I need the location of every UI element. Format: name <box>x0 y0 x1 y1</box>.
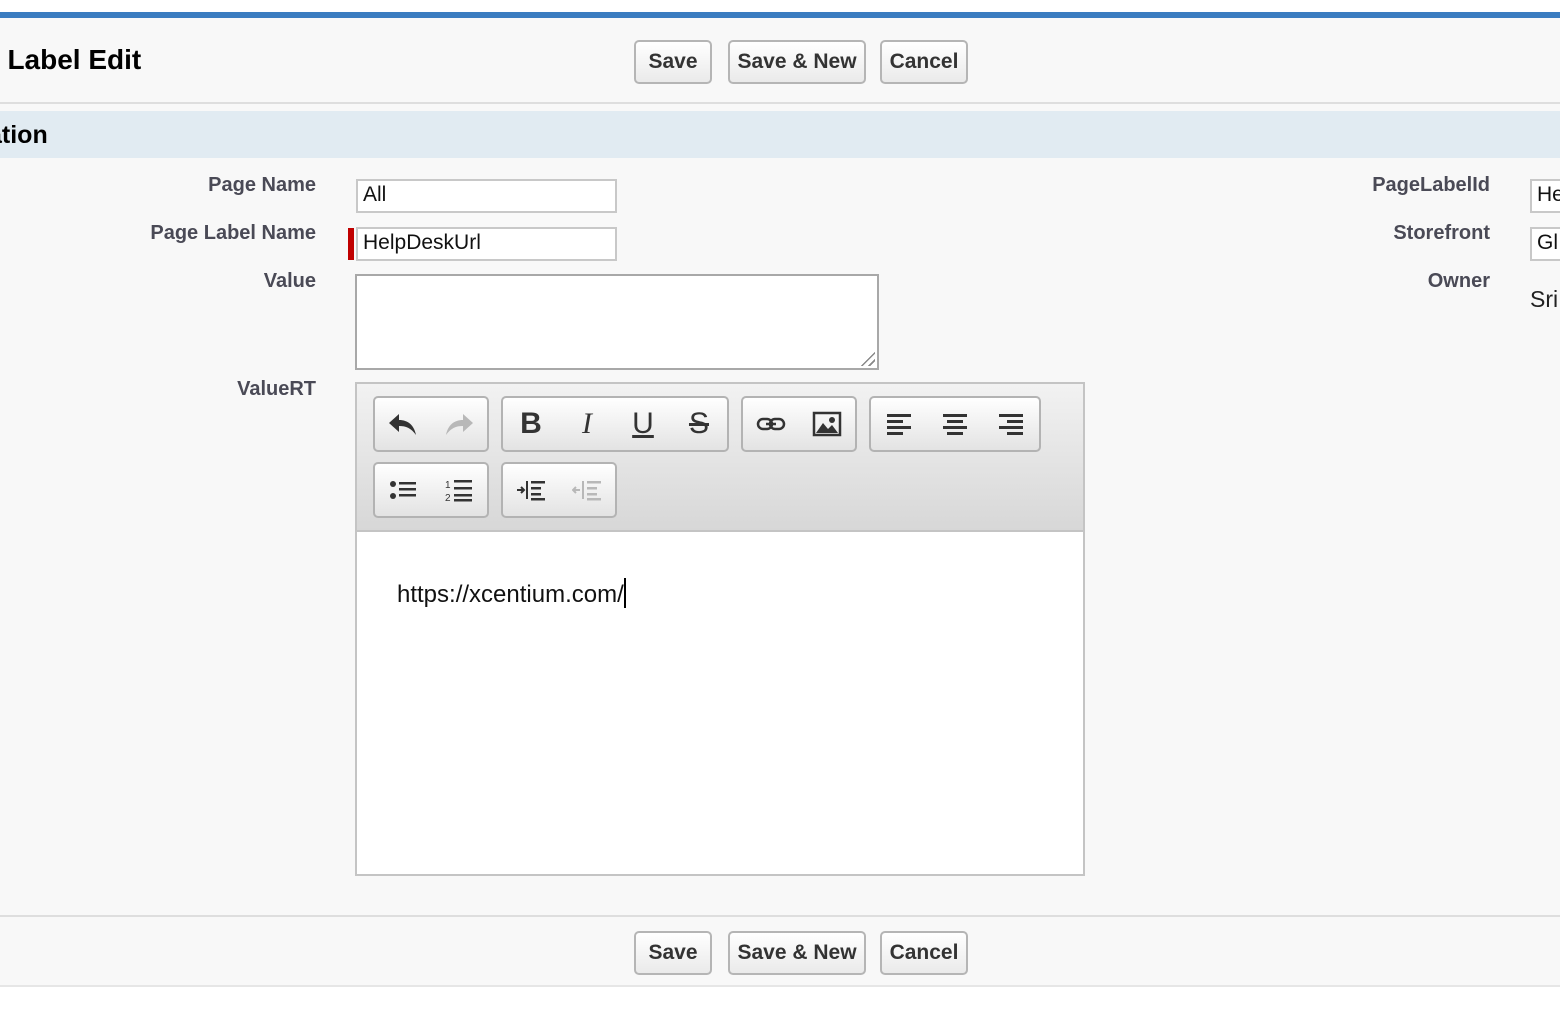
align-right-icon[interactable] <box>983 398 1039 450</box>
align-center-icon[interactable] <box>927 398 983 450</box>
valuert-label: ValueRT <box>237 378 316 400</box>
cancel-button[interactable]: Cancel <box>880 40 968 84</box>
rich-text-toolbar: B I U S 1 2 <box>357 384 1083 532</box>
owner-value: Sri <box>1530 286 1559 312</box>
footer-save-and-new-button[interactable]: Save & New <box>728 931 866 975</box>
section-header: ation <box>0 111 1560 158</box>
rich-text-value: https://xcentium.com/ <box>397 581 624 608</box>
page-label-name-field[interactable]: HelpDeskUrl <box>356 227 617 261</box>
svg-text:2: 2 <box>445 493 451 503</box>
bulleted-list-icon[interactable] <box>375 464 431 516</box>
alignment-group <box>869 396 1041 452</box>
value-label: Value <box>263 270 316 292</box>
resize-handle-icon[interactable] <box>859 350 875 366</box>
underline-icon[interactable]: U <box>615 398 671 450</box>
numbered-list-icon[interactable]: 12 <box>431 464 487 516</box>
indent-icon[interactable] <box>503 464 559 516</box>
image-icon[interactable] <box>799 398 855 450</box>
owner-label: Owner <box>1427 270 1490 292</box>
edit-panel: ge Label Edit Save Save & New Cancel ati… <box>0 12 1560 987</box>
rich-text-editor: B I U S 1 2 https://xcentium.com/ <box>355 382 1085 876</box>
link-icon[interactable] <box>743 398 799 450</box>
page-name-label: Page Name <box>208 174 316 196</box>
undo-icon[interactable] <box>375 398 431 450</box>
value-textarea[interactable] <box>355 274 879 370</box>
save-and-new-button[interactable]: Save & New <box>728 40 866 84</box>
insert-group <box>741 396 857 452</box>
storefront-label: Storefront <box>1393 222 1490 244</box>
italic-icon[interactable]: I <box>559 398 615 450</box>
page-label-name-label: Page Label Name <box>150 222 316 244</box>
save-button[interactable]: Save <box>634 40 712 84</box>
strikethrough-icon[interactable]: S <box>671 398 727 450</box>
list-group: 12 <box>373 462 489 518</box>
align-left-icon[interactable] <box>871 398 927 450</box>
header-divider <box>0 102 1560 104</box>
footer-cancel-button[interactable]: Cancel <box>880 931 968 975</box>
page-label-id-label: PageLabelId <box>1372 174 1490 196</box>
format-group: B I U S <box>501 396 729 452</box>
section-title: ation <box>0 121 48 149</box>
outdent-icon[interactable] <box>559 464 615 516</box>
redo-icon[interactable] <box>431 398 487 450</box>
rich-text-content[interactable]: https://xcentium.com/ <box>357 534 1083 874</box>
bold-icon[interactable]: B <box>503 398 559 450</box>
indent-group <box>501 462 617 518</box>
page-title: ge Label Edit <box>0 44 142 75</box>
required-indicator <box>348 228 354 260</box>
page-name-field[interactable]: All <box>356 179 617 213</box>
footer-save-button[interactable]: Save <box>634 931 712 975</box>
storefront-field[interactable]: Gl <box>1530 227 1560 261</box>
svg-text:1: 1 <box>445 480 451 491</box>
history-group <box>373 396 489 452</box>
text-caret <box>623 578 626 608</box>
footer-divider <box>0 915 1560 917</box>
page-label-id-field[interactable]: He <box>1530 179 1560 213</box>
